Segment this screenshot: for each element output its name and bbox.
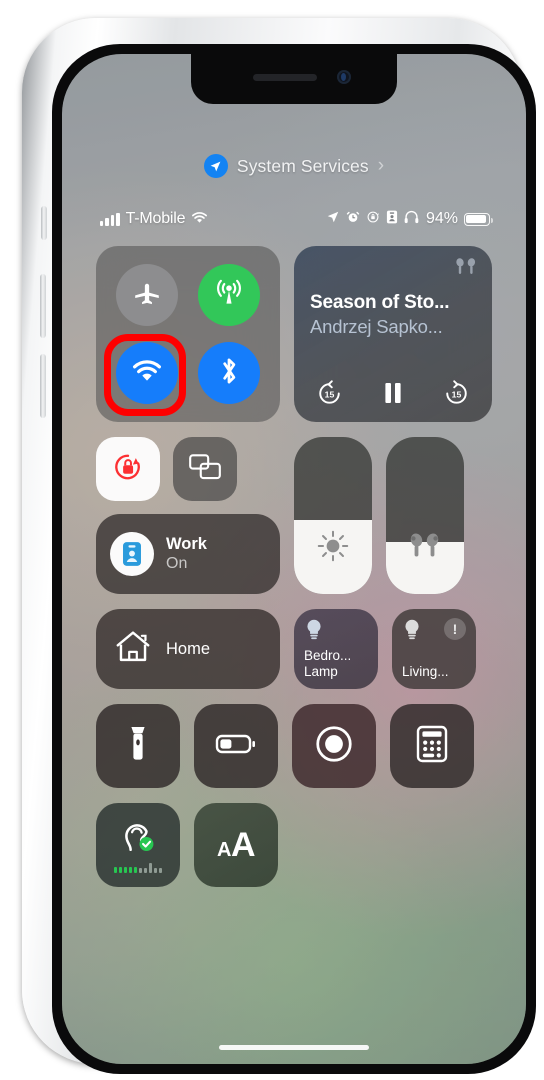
focus-name-label: Work (166, 534, 207, 553)
connectivity-module[interactable] (96, 246, 280, 422)
text-size-tile[interactable]: AA (194, 803, 278, 887)
wifi-icon (191, 210, 208, 229)
battery-percent-label: 94% (425, 210, 458, 227)
front-camera (337, 70, 351, 84)
cc-row-connectivity: Season of Sto... Andrzej Sapko... 15 15 (96, 246, 492, 422)
phone-screen: System Services › T-Mobile 94% Season of… (62, 54, 526, 1064)
carrier-label: T-Mobile (125, 210, 186, 227)
volume-down-button[interactable] (40, 354, 46, 418)
brightness-slider[interactable] (294, 437, 372, 594)
record-icon (315, 725, 353, 768)
svg-text:15: 15 (452, 390, 462, 400)
accessory-top: ! (402, 618, 466, 647)
notch (191, 54, 397, 104)
calculator-tile[interactable] (390, 704, 474, 788)
home-indicator[interactable] (219, 1044, 369, 1050)
accessory-label-line1: Living... (402, 664, 449, 680)
rotation-lock-icon (110, 449, 146, 490)
phone-frame: System Services › T-Mobile 94% Season of… (22, 18, 536, 1074)
home-icon (114, 629, 152, 670)
rotation-lock-icon (366, 210, 380, 229)
system-services-banner[interactable]: System Services › (62, 154, 526, 178)
hearing-tile[interactable] (96, 803, 180, 887)
airplane-icon (132, 278, 162, 313)
accessory-label-line2: Lamp (304, 664, 338, 680)
now-playing-title: Season of Sto... (310, 292, 450, 313)
focus-state-label: On (166, 554, 188, 572)
text-size-small-glyph: A (216, 838, 231, 861)
hearing-level-bars (114, 863, 162, 873)
text-size-icon: AA (216, 825, 256, 865)
rotation-lock-tile[interactable] (96, 437, 160, 501)
system-services-label: System Services (236, 155, 369, 176)
calculator-icon (415, 725, 449, 768)
lightbulb-icon (402, 618, 422, 647)
cc-midleft-group: Work On (96, 437, 280, 594)
accessory-tile-living-room[interactable]: ! Living... (392, 609, 476, 689)
flashlight-icon (123, 725, 153, 768)
chevron-right-icon: › (377, 155, 385, 176)
accessory-label-line1: Bedro... (304, 648, 352, 664)
volume-fill (386, 533, 464, 594)
cc-row-middle: Work On (96, 437, 492, 594)
cellular-antenna-icon (213, 277, 245, 314)
now-playing-module[interactable]: Season of Sto... Andrzej Sapko... 15 15 (294, 246, 492, 422)
exclamation-icon: ! (444, 618, 466, 640)
cc-midtop-group (96, 437, 280, 501)
text-size-large-glyph: A (230, 825, 256, 864)
ear-hearing-icon (119, 817, 157, 860)
volume-slider[interactable] (386, 437, 464, 594)
bluetooth-icon (217, 355, 241, 392)
airplane-mode-toggle[interactable] (116, 264, 178, 326)
skip-back-15-icon[interactable]: 15 (316, 379, 343, 406)
home-tile[interactable]: Home (96, 609, 280, 689)
brightness-fill (294, 520, 372, 594)
focus-tile[interactable]: Work On (96, 514, 280, 594)
accessory-labels: Living... (402, 664, 466, 680)
cc-row-utilities (96, 704, 492, 788)
bluetooth-toggle[interactable] (198, 342, 260, 404)
wifi-highlight-annotation (104, 334, 186, 416)
lightbulb-icon (304, 618, 324, 647)
low-power-mode-tile[interactable] (194, 704, 278, 788)
svg-text:15: 15 (325, 390, 335, 400)
flashlight-tile[interactable] (96, 704, 180, 788)
now-playing-artist: Andrzej Sapko... (310, 316, 443, 337)
cellular-data-toggle[interactable] (198, 264, 260, 326)
mute-switch[interactable] (41, 206, 47, 240)
home-label: Home (166, 639, 211, 658)
status-bar-left: T-Mobile (100, 210, 208, 229)
accessory-top (304, 618, 368, 647)
brightness-icon (316, 529, 350, 568)
accessory-tile-bedroom-lamp[interactable]: Bedro... Lamp (294, 609, 378, 689)
headphones-icon (404, 210, 419, 229)
control-center: Season of Sto... Andrzej Sapko... 15 15 … (96, 246, 492, 902)
screen-mirroring-tile[interactable] (173, 437, 237, 501)
earpiece-speaker (253, 74, 317, 81)
volume-up-button[interactable] (40, 274, 46, 338)
airpods-icon (405, 529, 445, 568)
now-playing-controls: 15 15 (310, 379, 476, 410)
work-badge-icon (110, 532, 154, 576)
battery-icon (464, 212, 493, 226)
status-bar: T-Mobile 94% (100, 206, 493, 232)
focus-work-badge-icon (386, 210, 398, 229)
location-arrow-icon (203, 154, 228, 178)
status-bar-right: 94% (326, 210, 493, 229)
location-arrow-icon (326, 210, 340, 229)
screen-mirroring-icon (187, 451, 223, 488)
pause-button[interactable] (381, 380, 405, 406)
accessory-labels: Bedro... Lamp (304, 648, 368, 680)
airpods-icon (453, 257, 479, 284)
battery-fill (466, 214, 487, 224)
alarm-clock-icon (346, 210, 360, 229)
cc-row-home: Home Bedro... Lamp ! Living... (96, 609, 492, 689)
battery-icon (215, 731, 257, 762)
screen-recording-tile[interactable] (292, 704, 376, 788)
cellular-signal-icon (100, 212, 120, 226)
skip-forward-15-icon[interactable]: 15 (443, 379, 470, 406)
focus-text: Work On (166, 535, 207, 573)
cc-row-accessibility: AA (96, 803, 492, 887)
